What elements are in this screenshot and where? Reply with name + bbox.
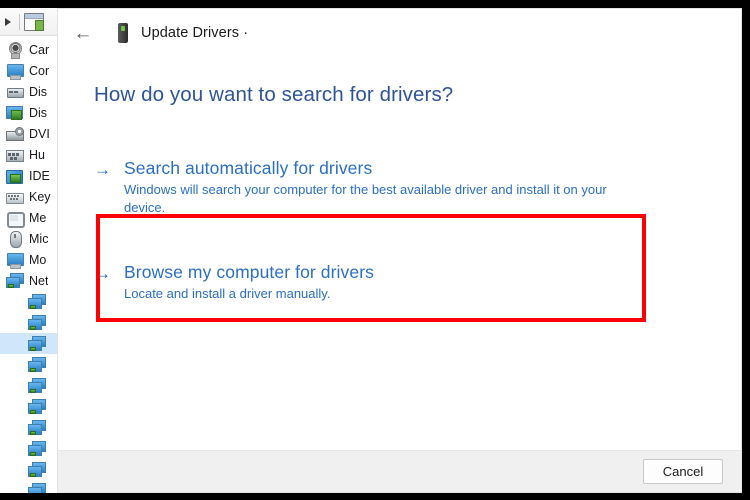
option-text-block: Browse my computer for drivers Locate an… — [124, 261, 394, 303]
frame-right-border — [742, 0, 750, 500]
dialog-footer: Cancel — [58, 450, 741, 492]
option-title: Search automatically for drivers — [124, 158, 373, 178]
tree-item-label: Mo — [29, 252, 47, 267]
option-description: Windows will search your computer for th… — [124, 182, 607, 215]
network-adapter-icon — [6, 272, 24, 289]
arrow-right-icon: → — [94, 264, 111, 283]
option-title: Browse my computer for drivers — [124, 262, 375, 282]
tree-item-label: Cor — [29, 63, 50, 78]
network-adapter-icon — [28, 377, 46, 394]
camera-icon — [6, 41, 23, 59]
tree-item-label: Mic — [29, 231, 49, 246]
memory-technology-icon — [6, 210, 25, 228]
mouse-icon — [6, 230, 23, 248]
network-adapter-icon — [28, 314, 46, 331]
frame-top-border — [0, 0, 750, 8]
arrow-right-icon: → — [94, 160, 111, 179]
tree-item-label: Dis — [29, 105, 48, 120]
option-text-block: Search automatically for drivers Windows… — [124, 157, 634, 216]
network-adapter-icon — [28, 398, 46, 415]
tree-item-label: Hu — [29, 147, 45, 162]
device-chip-icon — [116, 23, 130, 43]
option-browse-my-computer[interactable]: → Browse my computer for drivers Locate … — [94, 261, 741, 303]
back-arrow-icon: ← — [73, 22, 93, 44]
update-drivers-dialog: ← Update Drivers · How do you want to se… — [57, 8, 742, 493]
back-button[interactable]: ← — [68, 18, 98, 48]
tree-item-label: DVI — [29, 126, 50, 141]
computer-monitor-icon — [6, 63, 24, 80]
human-interface-device-icon — [6, 147, 24, 163]
network-adapter-icon — [28, 461, 46, 478]
network-adapter-icon — [28, 440, 46, 457]
window-properties-icon[interactable] — [24, 12, 44, 31]
network-adapter-icon — [28, 335, 46, 352]
tree-item-label: Net — [29, 273, 49, 288]
dialog-titlebar: ← Update Drivers · — [58, 9, 741, 57]
tree-item-label: IDE — [29, 168, 50, 183]
toolbar-separator — [19, 13, 20, 30]
network-adapter-icon — [28, 482, 46, 493]
tree-item-label: Dis — [29, 84, 48, 99]
dialog-body: How do you want to search for drivers? →… — [58, 83, 741, 492]
ide-controller-icon — [6, 168, 23, 184]
dialog-title: Update Drivers · — [141, 25, 249, 41]
screenshot-root: Car Cor Dis Dis DVI Hu IDE Key Me Mic Mo Net ← Upda… — [0, 0, 750, 500]
page-title: How do you want to search for drivers? — [94, 83, 454, 106]
network-adapter-icon — [28, 356, 46, 373]
network-adapter-icon — [28, 419, 46, 436]
disk-drive-icon — [6, 84, 24, 100]
cancel-button[interactable]: Cancel — [643, 459, 723, 484]
option-description: Locate and install a driver manually. — [124, 286, 331, 301]
frame-bottom-border — [0, 493, 750, 500]
tree-item-label: Me — [29, 210, 47, 225]
option-search-automatically[interactable]: → Search automatically for drivers Windo… — [94, 157, 741, 216]
tree-item-label: Key — [29, 189, 51, 204]
keyboard-icon — [6, 189, 24, 205]
dvd-cd-rom-icon — [6, 126, 24, 142]
triangle-right-icon[interactable] — [1, 15, 15, 29]
display-adapter-icon — [6, 105, 23, 121]
tree-item-label: Car — [29, 42, 50, 57]
monitor-icon — [6, 252, 24, 269]
network-adapter-icon — [28, 293, 46, 310]
